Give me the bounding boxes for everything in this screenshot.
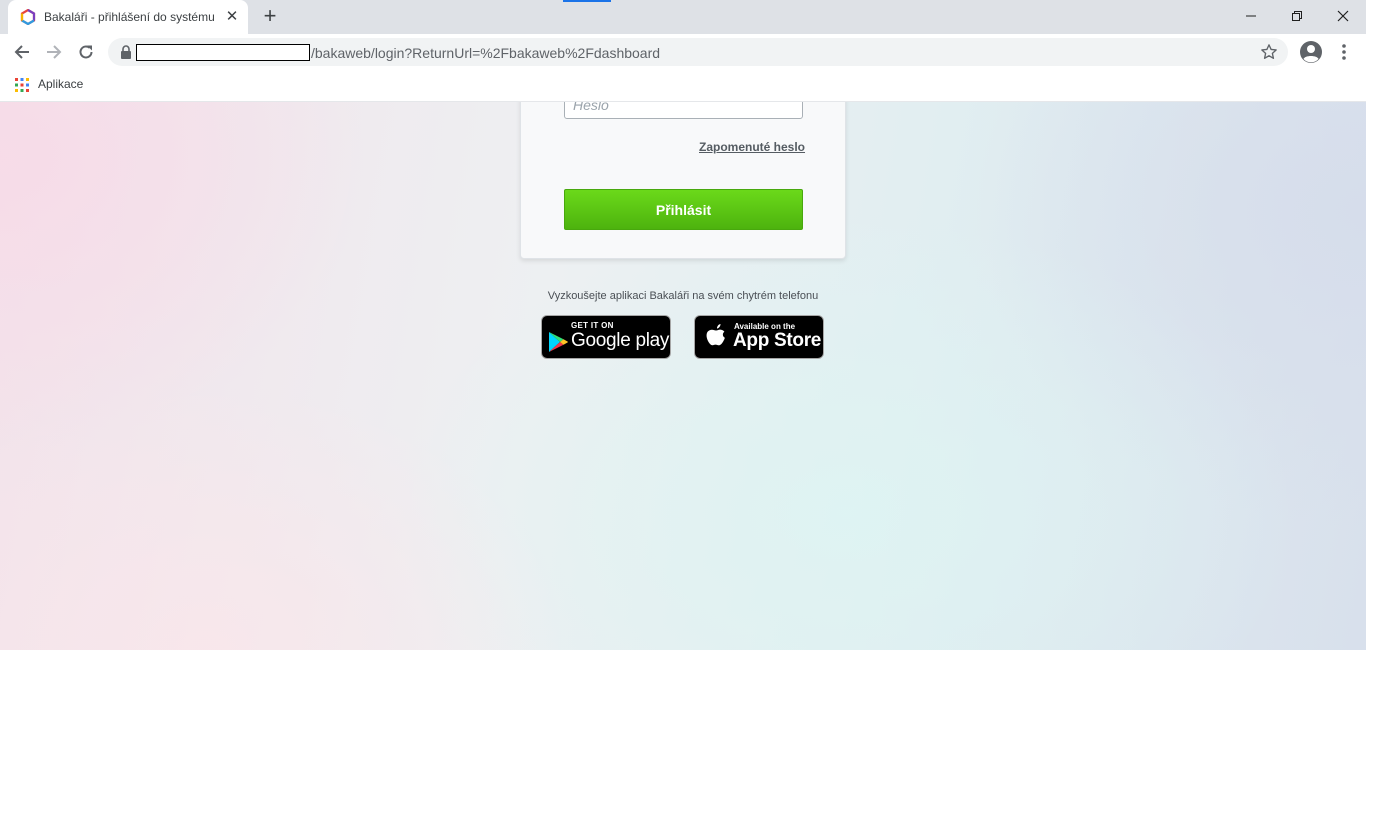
app-store-badge-title: App Store xyxy=(733,330,822,351)
google-badge-title: Google play xyxy=(571,330,670,351)
minimize-button[interactable] xyxy=(1228,2,1274,30)
bookmarks-bar: Aplikace xyxy=(0,70,1366,102)
star-icon[interactable] xyxy=(1260,43,1278,61)
reload-button[interactable] xyxy=(72,38,100,66)
google-play-icon xyxy=(549,332,568,352)
bookmark-apps-label[interactable]: Aplikace xyxy=(38,77,83,91)
arrow-right-icon xyxy=(47,45,62,59)
reload-icon xyxy=(79,45,93,59)
login-button[interactable]: Přihlásit xyxy=(564,189,803,230)
forgot-password-link[interactable]: Zapomenuté heslo xyxy=(699,140,805,154)
google-badge-caption: GET IT ON xyxy=(571,321,614,330)
mobile-app-promo-text: Vyzkoušejte aplikaci Bakaláři na svém ch… xyxy=(547,290,819,302)
minimize-icon xyxy=(1246,15,1256,17)
close-icon xyxy=(1337,10,1349,22)
back-button[interactable] xyxy=(8,38,36,66)
tab-strip: Bakaláři - přihlášení do systému ✕ + xyxy=(0,0,1366,34)
page-viewport: Heslo Zapomenuté heslo Přihlásit Vyzkouš… xyxy=(0,102,1366,650)
browser-toolbar: /bakaweb/login?ReturnUrl=%2Fbakaweb%2Fda… xyxy=(0,34,1366,70)
app-store-badge[interactable]: Available on the App Store xyxy=(694,315,824,359)
new-tab-button[interactable]: + xyxy=(258,5,282,29)
browser-window: Bakaláři - přihlášení do systému ✕ + /ba… xyxy=(0,0,1366,650)
close-window-button[interactable] xyxy=(1320,2,1366,30)
lock-icon[interactable] xyxy=(120,45,132,59)
login-button-label: Přihlásit xyxy=(655,201,712,218)
apps-grid-icon[interactable] xyxy=(15,78,29,92)
bakalari-logo-icon xyxy=(20,9,36,25)
address-bar[interactable]: /bakaweb/login?ReturnUrl=%2Fbakaweb%2Fda… xyxy=(108,38,1288,66)
password-field[interactable]: Heslo xyxy=(564,102,803,119)
login-card: Heslo Zapomenuté heslo Přihlásit xyxy=(520,102,846,259)
redacted-url-host xyxy=(136,44,310,61)
kebab-menu-icon[interactable] xyxy=(1334,42,1354,62)
restore-icon xyxy=(1292,11,1302,21)
restore-button[interactable] xyxy=(1274,2,1320,30)
tab-close-icon[interactable]: ✕ xyxy=(224,9,240,25)
tab-bakalari-login[interactable]: Bakaláři - přihlášení do systému ✕ xyxy=(8,0,248,34)
profile-avatar-icon[interactable] xyxy=(1299,40,1323,64)
apple-logo-icon xyxy=(706,324,725,346)
tab-strip-accent xyxy=(563,0,611,2)
arrow-left-icon xyxy=(14,45,29,59)
tab-title: Bakaláři - přihlášení do systému xyxy=(44,10,215,24)
url-text: /bakaweb/login?ReturnUrl=%2Fbakaweb%2Fda… xyxy=(311,45,661,61)
password-placeholder: Heslo xyxy=(573,102,609,113)
google-play-badge[interactable]: GET IT ON Google play xyxy=(541,315,671,359)
forward-button[interactable] xyxy=(40,38,68,66)
